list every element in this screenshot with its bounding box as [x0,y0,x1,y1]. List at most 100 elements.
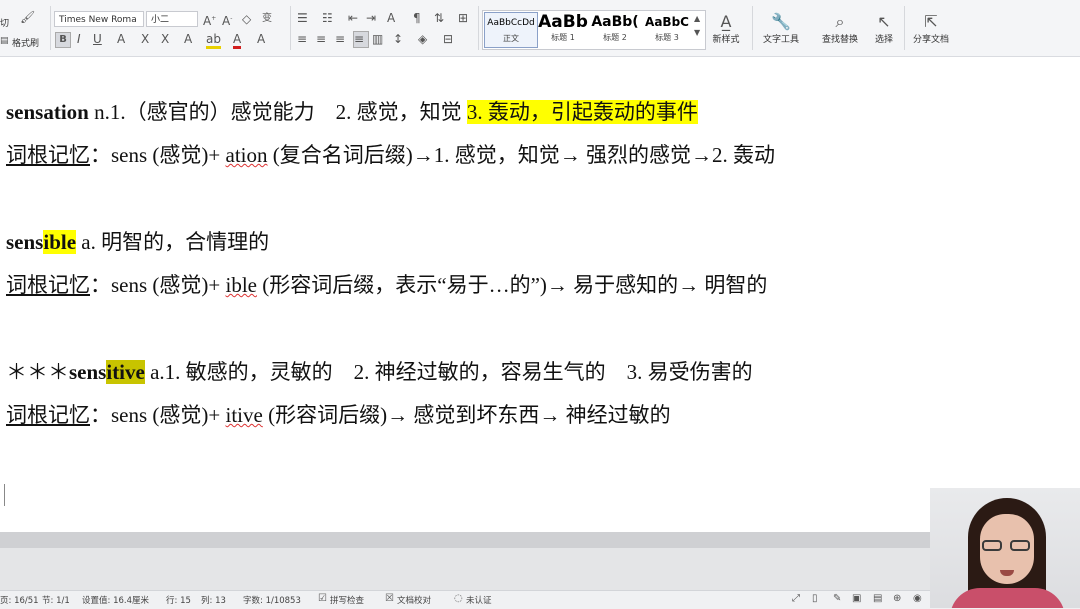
align-left-icon[interactable]: ≡ [297,32,307,46]
read-mode-icon[interactable]: ▯ [812,593,818,604]
style-heading1-label: 标题 1 [551,33,575,42]
paragraph-icon[interactable]: ⊞ [458,11,468,25]
font-color-icon[interactable]: A [233,32,242,49]
style-heading1-preview: AaBb [538,12,588,32]
chinese-layout-icon[interactable]: A [387,11,395,25]
style-heading1[interactable]: AaBb 标题 1 [538,12,588,46]
root-explanation: (形容词后缀)→ 感觉到坏东西→ 神经过敏的 [262,403,671,427]
cursor-icon: ↖ [877,12,891,31]
entry-headword-line: sensible a. 明智的，合情理的 [6,227,269,257]
highlighted-definition: 3. 轰动，引起轰动的事件 [466,100,698,124]
page-indicator[interactable]: 页: 16/51 [0,594,39,606]
headword: sensation [6,100,89,124]
highlight-color-icon[interactable]: ab [206,32,221,49]
root-text: ：sens (感觉)+ [90,273,226,297]
suffix: ible [225,273,258,297]
gallery-scroll-icon[interactable]: ▲ ▼ [694,12,700,40]
underline-icon[interactable]: U [93,32,102,46]
root-memory-line: 词根记忆：sens (感觉)+ ible (形容词后缀，表示“易于…的”)→ 易… [6,270,767,300]
shrink-font-icon[interactable]: A- [222,12,232,28]
presenter-shirt [950,588,1065,608]
style-heading3[interactable]: AaBbC 标题 3 [642,12,692,46]
entry-headword-line: sensation n.1.（感官的）感觉能力 2. 感觉，知觉 3. 轰动，引… [6,97,698,127]
root-explanation: (复合名词后缀)→1. 感觉，知觉→ 强烈的感觉→2. 轰动 [267,143,775,167]
fullscreen-icon[interactable]: ⤢ [792,593,800,604]
distribute-icon[interactable]: ▥ [372,32,383,46]
root-memory-label: 词根记忆 [6,143,90,167]
find-replace-label: 查找替换 [821,35,858,45]
new-style-button[interactable]: A̲ 新样式 [706,12,746,45]
style-heading2-preview: AaBb( [591,14,639,30]
clear-format-icon[interactable]: ◇ [242,12,251,26]
style-heading2-label: 标题 2 [603,33,627,42]
doc-check-button[interactable]: 文档校对 [397,594,431,606]
subscript-icon[interactable]: X [161,32,169,46]
entry-headword-line: ＊＊＊sensitive a.1. 敏感的，灵敏的 2. 神经过敏的，容易生气的… [6,357,753,387]
select-button[interactable]: ↖ 选择 [868,12,900,45]
font-size-select[interactable]: 小二 [146,11,198,27]
phonetic-icon[interactable]: A [184,32,192,46]
cut-label[interactable]: 切 [0,16,9,29]
show-marks-icon[interactable]: ¶ [413,11,421,25]
numbered-list-icon[interactable]: ☷ [322,11,333,25]
status-bar: 页: 16/51 节: 1/1 设置值: 16.4厘米 行: 15 列: 13 … [0,590,1080,609]
justify-icon[interactable]: ≡ [353,31,369,48]
page-view-icon[interactable]: ▣ [852,593,861,604]
pinyin-icon[interactable]: 变 [262,12,272,26]
paste-icon[interactable]: ▤ [0,34,9,48]
text-effect-icon[interactable]: A [117,32,125,46]
align-right-icon[interactable]: ≡ [335,32,345,46]
page-bottom-edge [0,532,1080,548]
char-border-icon[interactable]: A [257,32,265,46]
line-spacing-icon[interactable]: ↕ [393,32,403,46]
format-painter-icon[interactable]: 🖌 [20,10,35,24]
word-count[interactable]: 字数: 1/10853 [243,594,301,606]
font-name-select[interactable]: Times New Roma [54,11,144,27]
increase-indent-icon[interactable]: ⇥ [366,11,376,25]
shading-icon[interactable]: ◈ [418,32,427,46]
web-view-icon[interactable]: ⊕ [893,593,901,604]
definition: n.1.（感官的）感觉能力 2. 感觉，知觉 [88,100,467,124]
text-tools-label: 文字工具 [762,35,799,45]
find-replace-button[interactable]: ⌕ 查找替换 [816,12,864,45]
headword-suffix-highlight: ible [43,230,77,254]
new-style-label: 新样式 [712,35,740,45]
search-icon: ⌕ [835,12,845,31]
root-memory-label: 词根记忆 [6,273,90,297]
root-explanation: (形容词后缀，表示“易于…的”)→ 易于感知的→ 明智的 [257,273,768,297]
eye-icon[interactable]: ◉ [913,593,922,604]
select-label: 选择 [874,35,893,45]
style-normal[interactable]: AaBbCcDd 正文 [484,12,538,48]
root-text: ：sens (感觉)+ [90,143,226,167]
italic-icon[interactable]: I [77,32,81,46]
row-indicator: 行: 15 [166,596,191,606]
bold-icon[interactable]: B [55,32,71,48]
document-page[interactable]: sensation n.1.（感官的）感觉能力 2. 感觉，知觉 3. 轰动，引… [0,57,1080,532]
unverified-label[interactable]: 未认证 [466,594,492,606]
align-center-icon[interactable]: ≡ [316,32,326,46]
style-heading2[interactable]: AaBb( 标题 2 [590,12,640,46]
spellcheck-button[interactable]: 拼写检查 [330,594,364,606]
edit-icon[interactable]: ✎ [833,593,841,604]
wrench-icon: 🔧 [771,12,791,31]
ribbon-toolbar: 切 🖌 格式刷 ▤ Times New Roma 小二 A+ A- ◇ 变 B … [0,0,1080,57]
superscript-icon[interactable]: X [141,32,149,46]
share-button[interactable]: ⇱ 分享文档 [908,12,954,45]
sort-icon[interactable]: ⇅ [434,11,444,25]
root-memory-line: 词根记忆：sens (感觉)+ itive (形容词后缀)→ 感觉到坏东西→ 神… [6,400,671,430]
new-style-icon: A̲ [720,12,732,31]
grow-font-icon[interactable]: A+ [203,12,216,28]
decrease-indent-icon[interactable]: ⇤ [348,11,358,25]
outline-view-icon[interactable]: ▤ [873,593,882,604]
bullet-list-icon[interactable]: ☰ [297,11,308,25]
doc-check-icon: ☒ [385,593,394,604]
headword-root: sens [69,360,107,384]
shield-icon: ◌ [454,593,463,604]
headword-root: sens [6,230,44,254]
borders-icon[interactable]: ⊟ [443,32,453,46]
spellcheck-icon: ☑ [318,593,327,604]
format-painter-button[interactable]: 格式刷 [12,36,39,49]
text-tools-button[interactable]: 🔧 文字工具 [756,12,806,45]
position-indicator: 设置值: 16.4厘米 [82,596,149,606]
column-indicator: 列: 13 [201,596,226,606]
